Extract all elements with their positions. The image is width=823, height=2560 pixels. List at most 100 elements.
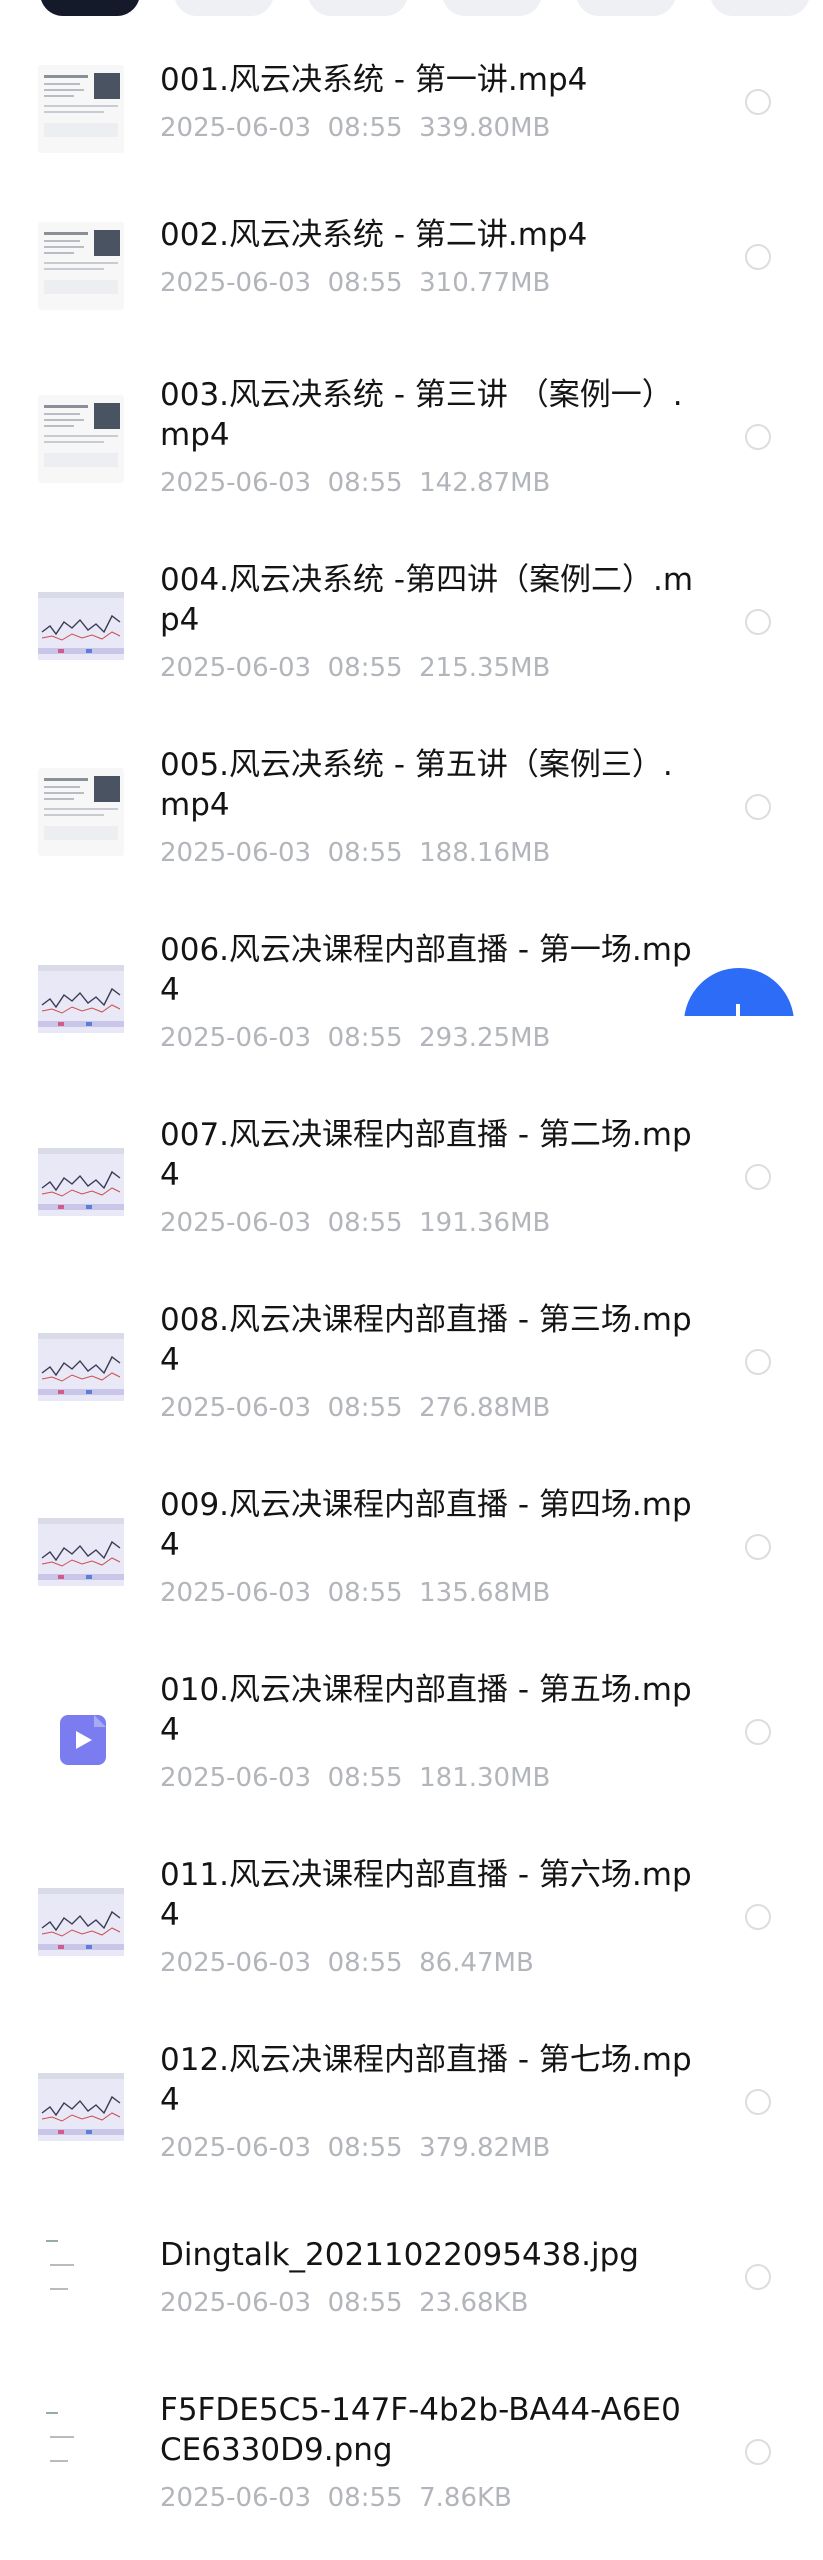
file-time: 08:55 [327,1948,403,1978]
file-name: 003.风云决系统 - 第三讲 （案例一）.mp4 [160,377,683,453]
doc-thumbnail-icon [38,222,124,310]
file-date: 2025-06-03 [160,1393,312,1423]
file-date: 2025-06-03 [160,1208,312,1238]
file-size: 339.80MB [419,113,551,143]
file-name: 006.风云决课程内部直播 - 第一场.mp4 [160,932,692,1008]
select-radio[interactable] [745,2439,771,2465]
file-time: 08:55 [327,468,403,498]
chart-thumbnail-icon [38,1508,124,1596]
file-meta: 2025-06-03 08:55 86.47MB [160,1947,534,1979]
file-meta: 2025-06-03 08:55 23.68KB [160,2287,528,2319]
file-time: 08:55 [327,113,403,143]
filter-chip-all[interactable] [40,0,140,16]
file-time: 08:55 [327,838,403,868]
file-date: 2025-06-03 [160,838,312,868]
file-size: 142.87MB [419,468,551,498]
select-radio[interactable] [745,1904,771,1930]
file-time: 08:55 [327,653,403,683]
filter-chip[interactable] [710,0,810,16]
filter-chip-bar [0,0,823,16]
file-time: 08:55 [327,2288,403,2318]
select-radio[interactable] [745,1349,771,1375]
file-size: 379.82MB [419,2133,551,2163]
file-name: 005.风云决系统 - 第五讲（案例三）.mp4 [160,747,673,823]
file-meta: 2025-06-03 08:55 310.77MB [160,267,550,299]
file-date: 2025-06-03 [160,2133,312,2163]
file-size: 188.16MB [419,838,551,868]
chart-thumbnail-icon [38,2063,124,2151]
file-size: 135.68MB [419,1578,551,1608]
doc-thumbnail-icon [38,768,124,856]
file-name: 007.风云决课程内部直播 - 第二场.mp4 [160,1117,692,1193]
file-size: 310.77MB [419,268,551,298]
file-date: 2025-06-03 [160,1948,312,1978]
file-name: 002.风云决系统 - 第二讲.mp4 [160,217,588,253]
select-radio[interactable] [745,2264,771,2290]
chart-thumbnail-icon [38,582,124,670]
file-meta: 2025-06-03 08:55 276.88MB [160,1392,550,1424]
file-time: 08:55 [327,1023,403,1053]
file-name: Dingtalk_20211022095438.jpg [160,2237,639,2273]
file-time: 08:55 [327,1578,403,1608]
file-date: 2025-06-03 [160,2288,312,2318]
file-time: 08:55 [327,2133,403,2163]
file-name: F5FDE5C5-147F-4b2b-BA44-A6E0CE6330D9.png [160,2392,681,2468]
select-radio[interactable] [745,89,771,115]
file-name: 012.风云决课程内部直播 - 第七场.mp4 [160,2042,692,2118]
image-thumbnail-icon [38,2228,124,2316]
select-radio[interactable] [745,2089,771,2115]
select-radio[interactable] [745,1164,771,1190]
image-thumbnail-icon [38,2400,124,2488]
file-meta: 2025-06-03 08:55 188.16MB [160,837,550,869]
file-date: 2025-06-03 [160,468,312,498]
file-size: 276.88MB [419,1393,551,1423]
file-date: 2025-06-03 [160,268,312,298]
file-meta: 2025-06-03 08:55 181.30MB [160,1762,550,1794]
select-radio[interactable] [745,1534,771,1560]
file-size: 23.68KB [419,2288,529,2318]
file-date: 2025-06-03 [160,1763,312,1793]
file-size: 181.30MB [419,1763,551,1793]
file-meta: 2025-06-03 08:55 7.86KB [160,2482,512,2514]
file-name: 004.风云决系统 -第四讲（案例二）.mp4 [160,562,694,638]
chart-thumbnail-icon [38,1138,124,1226]
file-time: 08:55 [327,2483,403,2513]
chart-thumbnail-icon [38,955,124,1043]
file-date: 2025-06-03 [160,653,312,683]
file-size: 7.86KB [419,2483,512,2513]
chart-thumbnail-icon [38,1323,124,1411]
file-meta: 2025-06-03 08:55 339.80MB [160,112,550,144]
file-meta: 2025-06-03 08:55 215.35MB [160,652,550,684]
add-fab-button[interactable] [660,960,823,1016]
select-radio[interactable] [745,1719,771,1745]
select-radio[interactable] [745,609,771,635]
video-file-icon [38,1693,124,1781]
file-date: 2025-06-03 [160,1578,312,1608]
plus-icon [736,1004,740,1016]
file-date: 2025-06-03 [160,113,312,143]
file-time: 08:55 [327,1763,403,1793]
file-time: 08:55 [327,268,403,298]
select-radio[interactable] [745,794,771,820]
file-size: 191.36MB [419,1208,551,1238]
doc-thumbnail-icon [38,395,124,483]
file-meta: 2025-06-03 08:55 293.25MB [160,1022,550,1054]
select-radio[interactable] [745,424,771,450]
file-time: 08:55 [327,1393,403,1423]
file-size: 86.47MB [419,1948,534,1978]
file-meta: 2025-06-03 08:55 379.82MB [160,2132,550,2164]
select-radio[interactable] [745,244,771,270]
file-size: 293.25MB [419,1023,551,1053]
filter-chip[interactable] [308,0,408,16]
file-name: 010.风云决课程内部直播 - 第五场.mp4 [160,1672,692,1748]
chart-thumbnail-icon [38,1878,124,1966]
file-name: 009.风云决课程内部直播 - 第四场.mp4 [160,1487,692,1563]
file-meta: 2025-06-03 08:55 191.36MB [160,1207,550,1239]
file-date: 2025-06-03 [160,1023,312,1053]
file-time: 08:55 [327,1208,403,1238]
file-meta: 2025-06-03 08:55 135.68MB [160,1577,550,1609]
filter-chip[interactable] [576,0,676,16]
filter-chip[interactable] [174,0,274,16]
filter-chip[interactable] [442,0,542,16]
file-name: 001.风云决系统 - 第一讲.mp4 [160,62,588,98]
